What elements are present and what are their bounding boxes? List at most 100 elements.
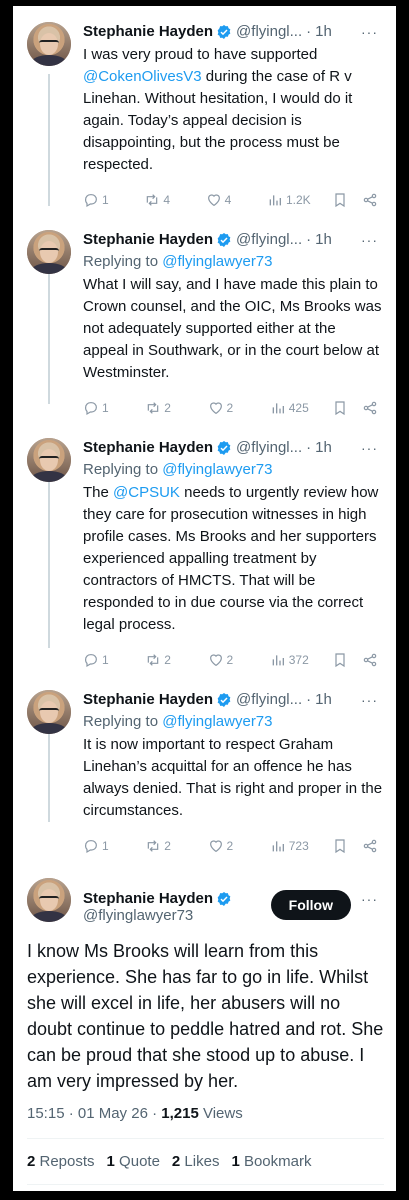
tweet-text: It is now important to respect Graham Li… [83, 736, 387, 819]
replying-to: Replying to @flyinglawyer73 [83, 253, 273, 270]
author-handle[interactable]: @flyingl... [236, 22, 302, 42]
author-name[interactable]: Stephanie Hayden [83, 690, 213, 710]
main-tweet-text: I know Ms Brooks will learn from this ex… [27, 941, 389, 1091]
share-icon[interactable] [362, 192, 378, 208]
heart-icon [207, 194, 220, 207]
views-button[interactable]: 1.2K [267, 192, 311, 208]
replying-to-handle[interactable]: @flyinglawyer73 [162, 461, 272, 478]
views-button[interactable]: 372 [270, 652, 310, 668]
more-options-icon[interactable]: ··· [361, 889, 384, 909]
avatar[interactable] [27, 438, 71, 482]
avatar[interactable] [27, 230, 71, 274]
more-options-icon[interactable]: ··· [361, 690, 384, 710]
more-options-icon[interactable]: ··· [361, 230, 384, 250]
more-options-icon[interactable]: ··· [361, 438, 384, 458]
bookmark-icon[interactable] [332, 400, 348, 416]
verified-badge-icon [217, 441, 231, 455]
author-name[interactable]: Stephanie Hayden [83, 22, 213, 42]
tweet-actions: 1 2 2 372 [83, 648, 384, 672]
quotes-stat[interactable]: 1 Quote [107, 1153, 160, 1170]
bookmark-icon[interactable] [332, 838, 348, 854]
like-button[interactable]: 2 [208, 652, 248, 668]
separator-dot: · [306, 439, 312, 456]
heart-icon [209, 840, 222, 853]
separator-dot: · [306, 691, 312, 708]
replying-to: Replying to @flyinglawyer73 [83, 461, 273, 478]
tweet-actions: 1 4 4 1.2K [83, 188, 384, 212]
main-tweet: Stephanie Hayden Follow ··· @flyinglawye… [13, 858, 396, 1191]
like-button[interactable]: 4 [206, 192, 246, 208]
reply-button[interactable]: 1 [83, 652, 123, 668]
like-button[interactable]: 2 [208, 400, 248, 416]
verified-badge-icon [217, 233, 231, 247]
tweet-actions: 1 2 2 723 [83, 834, 384, 858]
separator-dot: · [306, 231, 312, 248]
tweet-actions: 1 2 2 425 [83, 396, 384, 420]
tweet-text: The @CPSUK needs to urgently review how … [83, 484, 383, 633]
heart-icon [209, 402, 222, 415]
more-options-icon[interactable]: ··· [361, 22, 384, 42]
thread-tweet[interactable]: Stephanie Hayden @flyingl... · 1h ··· Re… [13, 212, 396, 420]
tweet-text: I was very proud to have supported @Coke… [83, 46, 357, 173]
views-button[interactable]: 723 [270, 838, 310, 854]
author-name[interactable]: Stephanie Hayden [83, 438, 213, 458]
tweet-time[interactable]: 1h [315, 690, 332, 710]
repost-button[interactable]: 4 [144, 192, 184, 208]
views-chart-icon [269, 195, 281, 206]
share-icon[interactable] [362, 838, 378, 854]
tweet-time[interactable]: 1h [315, 22, 332, 42]
verified-badge-icon [217, 693, 231, 707]
replying-to-handle[interactable]: @flyinglawyer73 [162, 253, 272, 270]
repost-icon [147, 840, 159, 852]
share-icon[interactable] [362, 400, 378, 416]
reply-icon [85, 402, 97, 416]
views-button[interactable]: 425 [270, 400, 310, 416]
thread-tweet[interactable]: Stephanie Hayden @flyingl... · 1h ··· Re… [13, 420, 396, 672]
tweet-timestamp: 15:15 · 01 May 26 · 1,215 Views [27, 1105, 243, 1122]
author-handle[interactable]: @flyingl... [236, 438, 302, 458]
avatar[interactable] [27, 878, 71, 922]
mention-link[interactable]: @CPSUK [113, 484, 180, 501]
thread-tweet[interactable]: Stephanie Hayden @flyingl... · 1h ··· I … [13, 6, 396, 212]
views-chart-icon [272, 841, 284, 852]
tweet-time[interactable]: 1h [315, 230, 332, 250]
repost-button[interactable]: 2 [145, 652, 185, 668]
engagement-stats: 2 Reposts 1 Quote 2 Likes 1 Bookmark [27, 1138, 384, 1185]
replying-to: Replying to @flyinglawyer73 [83, 713, 273, 730]
likes-stat[interactable]: 2 Likes [172, 1153, 220, 1170]
author-handle[interactable]: @flyingl... [236, 230, 302, 250]
bookmark-icon[interactable] [332, 652, 348, 668]
thread-tweet[interactable]: Stephanie Hayden @flyingl... · 1h ··· Re… [13, 672, 396, 858]
follow-button[interactable]: Follow [270, 890, 351, 920]
repost-button[interactable]: 2 [145, 838, 185, 854]
reposts-stat[interactable]: 2 Reposts [27, 1153, 95, 1170]
tweet-thread-frame: Stephanie Hayden @flyingl... · 1h ··· I … [13, 6, 396, 1191]
views-chart-icon [272, 655, 284, 666]
tweet-text: What I will say, and I have made this pl… [83, 276, 386, 381]
avatar[interactable] [27, 22, 71, 66]
reply-icon [85, 194, 97, 208]
repost-icon [147, 194, 158, 206]
repost-button[interactable]: 2 [145, 400, 185, 416]
bookmark-icon[interactable] [332, 192, 348, 208]
share-icon[interactable] [362, 652, 378, 668]
reply-button[interactable]: 1 [83, 400, 123, 416]
author-name[interactable]: Stephanie Hayden [83, 230, 213, 250]
verified-badge-icon [217, 25, 231, 39]
author-handle[interactable]: @flyingl... [236, 690, 302, 710]
reply-button[interactable]: 1 [83, 838, 123, 854]
views-count: 1,215 [161, 1105, 199, 1122]
bookmarks-stat[interactable]: 1 Bookmark [231, 1153, 311, 1170]
repost-icon [147, 654, 159, 666]
mention-link[interactable]: @CokenOlivesV3 [83, 68, 202, 85]
reply-icon [85, 840, 97, 854]
avatar[interactable] [27, 690, 71, 734]
tweet-time[interactable]: 1h [315, 438, 332, 458]
like-button[interactable]: 2 [208, 838, 248, 854]
repost-icon [147, 402, 159, 414]
separator-dot: · [306, 23, 312, 40]
main-tweet-actions [27, 1185, 384, 1191]
reply-button[interactable]: 1 [83, 192, 123, 208]
verified-badge-icon [217, 892, 231, 906]
replying-to-handle[interactable]: @flyinglawyer73 [162, 713, 272, 730]
